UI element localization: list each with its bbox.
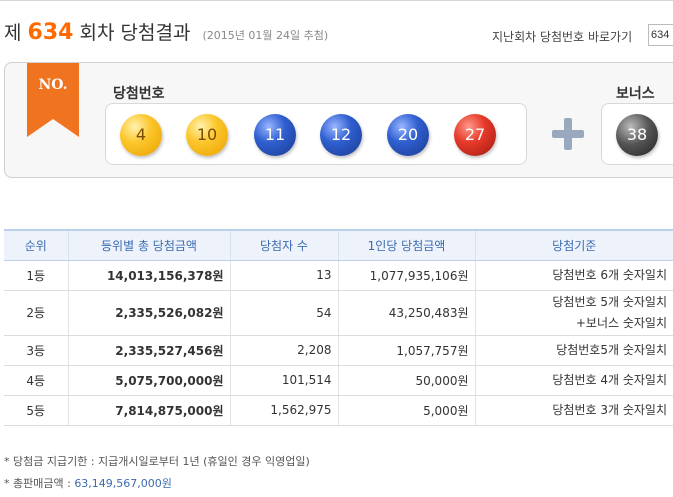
table-row: 4등 5,075,700,000원 101,514 50,000원 당첨번호 4… — [4, 365, 673, 396]
header-rank: 순위 — [4, 229, 68, 261]
title-prefix: 제 — [4, 22, 22, 44]
prize-per-winner-cell: 1,077,935,106원 — [337, 260, 475, 291]
prize-per-winner-cell: 1,057,757원 — [337, 335, 475, 366]
winning-numbers-panel: NO. 당첨번호 보너스 4 10 11 12 20 27 38 — [4, 62, 673, 178]
draw-select-input[interactable] — [648, 24, 673, 46]
criteria-cell: 당첨번호 3개 숫자일치 — [474, 395, 673, 426]
winner-count-cell: 13 — [229, 260, 338, 291]
bonus-ball: 38 — [616, 114, 658, 156]
criteria-line: 당첨번호 4개 숫자일치 — [552, 372, 667, 387]
no-badge: NO. — [27, 63, 79, 137]
bonus-number-box: 38 — [601, 103, 673, 165]
total-prize-cell: 7,814,875,000원 — [67, 395, 230, 426]
ball-1: 4 — [120, 114, 162, 156]
bonus-label: 보너스 — [616, 86, 655, 102]
ball-3: 11 — [254, 114, 296, 156]
prize-per-winner-cell: 43,250,483원 — [337, 290, 475, 336]
criteria-line: 당첨번호 6개 숫자일치 — [552, 267, 667, 282]
winning-numbers-box: 4 10 11 12 20 27 — [105, 103, 527, 165]
criteria-line: 당첨번호 5개 숫자일치 — [552, 294, 667, 309]
criteria-cell: 당첨번호 6개 숫자일치 — [474, 260, 673, 291]
rank-cell: 1등 — [4, 260, 68, 291]
total-prize-cell: 2,335,527,456원 — [67, 335, 230, 366]
total-sales-amount: 63,149,567,000원 — [74, 477, 172, 490]
ball-4: 12 — [320, 114, 362, 156]
table-row: 1등 14,013,156,378원 13 1,077,935,106원 당첨번… — [4, 260, 673, 291]
rank-cell: 5등 — [4, 395, 68, 426]
header-total-prize: 등위별 총 당첨금액 — [67, 229, 230, 261]
header-winner-count: 당첨자 수 — [229, 229, 338, 261]
prize-per-winner-cell: 5,000원 — [337, 395, 475, 426]
prize-per-winner-cell: 50,000원 — [337, 365, 475, 396]
prize-table: 순위 등위별 총 당첨금액 당첨자 수 1인당 당첨금액 당첨기준 1등 14,… — [4, 229, 673, 426]
no-badge-text: NO. — [38, 77, 68, 93]
rank-cell: 2등 — [4, 290, 68, 336]
criteria-cell: 당첨번호5개 숫자일치 — [474, 335, 673, 366]
criteria-line: 당첨번호5개 숫자일치 — [556, 342, 667, 357]
result-header: 제 634 회차 당첨결과 (2015년 01월 24일 추첨) 지난회차 당첨… — [0, 14, 673, 54]
winner-count-cell: 54 — [229, 290, 338, 336]
goto-label: 지난회차 당첨번호 바로가기 — [492, 30, 633, 44]
ball-5: 20 — [387, 114, 429, 156]
draw-date: (2015년 01월 24일 추첨) — [202, 29, 329, 42]
payment-deadline-note: * 당첨금 지급기한 : 지급개시일로부터 1년 (휴일인 경우 익영업일) — [4, 455, 310, 468]
table-row: 3등 2,335,527,456원 2,208 1,057,757원 당첨번호5… — [4, 335, 673, 366]
winning-numbers-label: 당첨번호 — [113, 86, 165, 102]
rank-cell: 3등 — [4, 335, 68, 366]
criteria-cell: 당첨번호 5개 숫자일치 +보너스 숫자일치 — [474, 290, 673, 336]
title-suffix: 회차 당첨결과 — [79, 22, 191, 44]
criteria-line-bonus: +보너스 숫자일치 — [575, 315, 667, 330]
criteria-line: 당첨번호 3개 숫자일치 — [552, 402, 667, 417]
total-prize-cell: 14,013,156,378원 — [67, 260, 230, 291]
header-prize-per-winner: 1인당 당첨금액 — [337, 229, 475, 261]
table-row: 5등 7,814,875,000원 1,562,975 5,000원 당첨번호 … — [4, 395, 673, 426]
total-prize-cell: 2,335,526,082원 — [67, 290, 230, 336]
total-sales-note: * 총판매금액 : 63,149,567,000원 — [4, 475, 172, 491]
winner-count-cell: 2,208 — [229, 335, 338, 366]
header-criteria: 당첨기준 — [474, 229, 673, 261]
ball-6: 27 — [454, 114, 496, 156]
table-row: 2등 2,335,526,082원 54 43,250,483원 당첨번호 5개… — [4, 290, 673, 336]
criteria-cell: 당첨번호 4개 숫자일치 — [474, 365, 673, 396]
ball-2: 10 — [186, 114, 228, 156]
total-prize-cell: 5,075,700,000원 — [67, 365, 230, 396]
table-header-row: 순위 등위별 총 당첨금액 당첨자 수 1인당 당첨금액 당첨기준 — [4, 229, 673, 261]
page-title: 제 634 회차 당첨결과 (2015년 01월 24일 추첨) — [4, 18, 328, 45]
top-divider — [0, 0, 673, 1]
winner-count-cell: 101,514 — [229, 365, 338, 396]
winner-count-cell: 1,562,975 — [229, 395, 338, 426]
plus-icon — [552, 118, 584, 150]
total-sales-label: * 총판매금액 : — [4, 477, 71, 490]
draw-number: 634 — [27, 20, 74, 45]
rank-cell: 4등 — [4, 365, 68, 396]
